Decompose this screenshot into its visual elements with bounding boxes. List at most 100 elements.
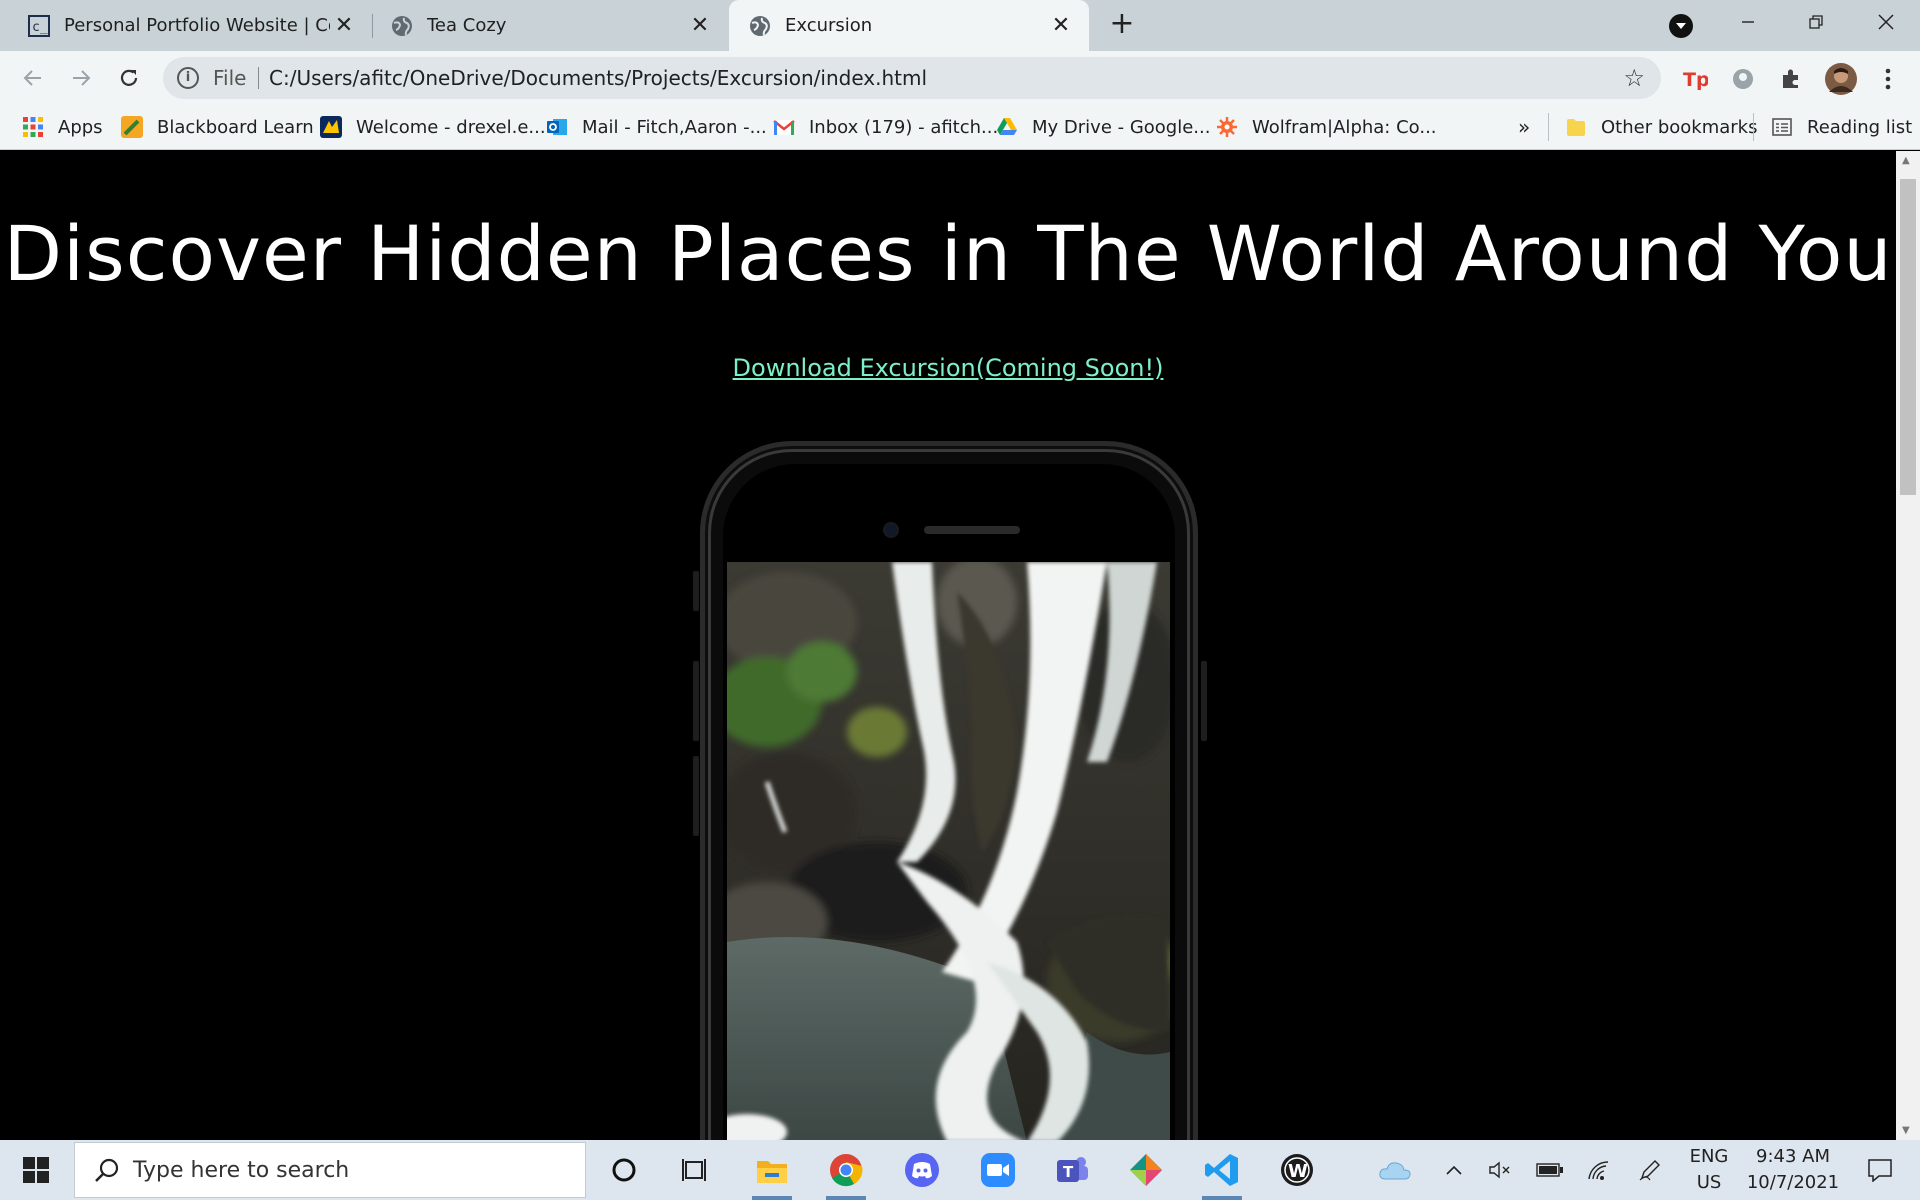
other-bookmarks-folder[interactable]: Other bookmarks (1565, 114, 1757, 140)
phone-side-button (1201, 661, 1207, 741)
tab-search-icon[interactable] (1669, 14, 1693, 38)
extension-circle-icon[interactable] (1729, 65, 1757, 93)
show-hidden-icons-chevron-icon[interactable] (1440, 1140, 1468, 1200)
tab-title: Personal Portfolio Website | Code (64, 15, 330, 36)
url-text[interactable]: C:/Users/afitc/OneDrive/Documents/Projec… (269, 66, 927, 90)
bookmark-label: Welcome - drexel.e... (356, 116, 546, 138)
globe-icon (750, 15, 770, 36)
tab-tea-cozy[interactable]: Tea Cozy ✕ (373, 0, 728, 51)
address-bar[interactable]: i File C:/Users/afitc/OneDrive/Documents… (163, 57, 1661, 99)
gmail-icon (773, 120, 795, 135)
apps-grid-icon (23, 117, 43, 137)
restore-button[interactable] (1792, 0, 1840, 44)
tab-portfolio[interactable]: c_ Personal Portfolio Website | Code ✕ (0, 0, 372, 51)
svg-text:Tp: Tp (1683, 69, 1708, 91)
task-view-icon[interactable] (673, 1148, 717, 1192)
bookmark-label: Mail - Fitch,Aaron -... (582, 116, 767, 138)
profile-avatar[interactable] (1824, 62, 1858, 96)
onedrive-icon[interactable] (1375, 1140, 1415, 1200)
minimize-button[interactable] (1724, 0, 1772, 44)
bookmark-label: Inbox (179) - afitch... (809, 116, 999, 138)
clock-time: 9:43 AM (1756, 1146, 1830, 1167)
chrome-icon[interactable] (824, 1148, 868, 1200)
tab-strip: c_ Personal Portfolio Website | Code ✕ T… (0, 0, 1920, 51)
bookmark-apps[interactable]: Apps (22, 114, 103, 140)
bookmark-label: Apps (58, 116, 103, 138)
minimize-icon (1742, 21, 1754, 23)
bookmark-label: Other bookmarks (1601, 116, 1758, 138)
bookmark-label: Blackboard Learn (157, 116, 314, 138)
vscode-icon[interactable] (1200, 1148, 1244, 1200)
bookmark-blackboard[interactable]: Blackboard Learn (121, 114, 314, 140)
folder-icon (1567, 119, 1585, 136)
teachable-extension-icon[interactable]: Tp (1681, 65, 1709, 93)
phone-camera (885, 524, 897, 536)
waterfall-video[interactable] (727, 562, 1170, 1140)
bookmark-drexel[interactable]: Welcome - drexel.e... (320, 114, 546, 140)
extensions-puzzle-icon[interactable] (1777, 65, 1805, 93)
scroll-up-icon[interactable]: ▲ (1902, 155, 1910, 166)
teams-icon[interactable]: T (1050, 1148, 1094, 1192)
pen-workspace-icon[interactable] (1635, 1140, 1665, 1200)
bookmark-drive[interactable]: My Drive - Google... (996, 114, 1210, 140)
language-indicator[interactable]: ENG US (1682, 1140, 1736, 1200)
back-button[interactable] (16, 61, 50, 95)
reload-button[interactable] (112, 61, 146, 95)
scroll-down-icon[interactable]: ▼ (1902, 1125, 1910, 1136)
cortana-icon[interactable] (602, 1148, 646, 1192)
notifications-button[interactable] (1852, 1140, 1908, 1200)
bookmark-mail[interactable]: Mail - Fitch,Aaron -... (546, 114, 767, 140)
tab-title: Tea Cozy (427, 15, 507, 36)
browser-menu-icon[interactable] (1874, 65, 1902, 93)
svg-text:T: T (1063, 1163, 1074, 1181)
svg-text:c_: c_ (32, 20, 48, 35)
outlook-icon (547, 119, 567, 135)
bookmark-star-icon[interactable]: ☆ (1623, 64, 1645, 92)
page-viewport: Discover Hidden Places in The World Arou… (0, 151, 1896, 1140)
close-tab-icon[interactable]: ✕ (1047, 12, 1075, 40)
restore-icon (1809, 15, 1823, 29)
browser-toolbar: i File C:/Users/afitc/OneDrive/Documents… (0, 51, 1920, 105)
start-button[interactable] (0, 1140, 72, 1200)
forward-button[interactable] (64, 61, 98, 95)
bookmark-gmail[interactable]: Inbox (179) - afitch... (773, 114, 998, 140)
clock[interactable]: 9:43 AM 10/7/2021 (1742, 1140, 1844, 1200)
download-link-row: Download Excursion(Coming Soon!) (0, 354, 1896, 382)
reading-list-button[interactable]: Reading list (1771, 114, 1912, 140)
close-tab-icon[interactable]: ✕ (330, 12, 358, 40)
bookmark-label: Wolfram|Alpha: Co... (1252, 116, 1437, 138)
discord-icon[interactable] (900, 1148, 944, 1192)
google-drive-icon (997, 118, 1017, 135)
search-placeholder: Type here to search (133, 1158, 350, 1183)
download-link[interactable]: Download Excursion(Coming Soon!) (733, 354, 1164, 382)
url-scheme-label: File (213, 66, 247, 90)
volume-muted-icon[interactable] (1486, 1140, 1514, 1200)
close-tab-icon[interactable]: ✕ (686, 12, 714, 40)
arrow-right-icon (73, 70, 91, 86)
tab-excursion[interactable]: Excursion ✕ (729, 0, 1089, 51)
network-icon[interactable] (1584, 1140, 1614, 1200)
globe-icon (392, 15, 412, 36)
new-tab-button[interactable]: + (1106, 9, 1138, 41)
zoom-icon[interactable] (976, 1148, 1020, 1192)
phone-side-button (693, 756, 699, 836)
wolfram-app-icon[interactable]: W (1275, 1148, 1319, 1192)
close-window-button[interactable] (1862, 0, 1910, 44)
bookmark-wolfram[interactable]: Wolfram|Alpha: Co... (1216, 114, 1437, 140)
arrow-left-icon (23, 70, 41, 86)
scrollbar-thumb[interactable] (1900, 179, 1916, 495)
bookmarks-overflow-button[interactable]: » (1518, 114, 1530, 140)
battery-icon[interactable] (1535, 1140, 1565, 1200)
address-divider (258, 67, 259, 89)
svg-text:W: W (1288, 1161, 1308, 1182)
info-icon[interactable]: i (177, 67, 199, 89)
gitkraken-icon[interactable] (1124, 1148, 1168, 1192)
reload-icon (120, 69, 138, 86)
file-explorer-icon[interactable] (750, 1148, 794, 1200)
taskbar-search-box[interactable]: Type here to search (74, 1142, 586, 1198)
bookmark-label: Reading list (1807, 116, 1913, 138)
waterfall-image (727, 562, 1170, 1140)
bookmarks-bar: Apps Blackboard Learn Welcome - drexel.e… (0, 105, 1920, 150)
page-scrollbar[interactable]: ▲ ▼ (1896, 151, 1920, 1140)
windows-logo-icon (23, 1157, 49, 1183)
